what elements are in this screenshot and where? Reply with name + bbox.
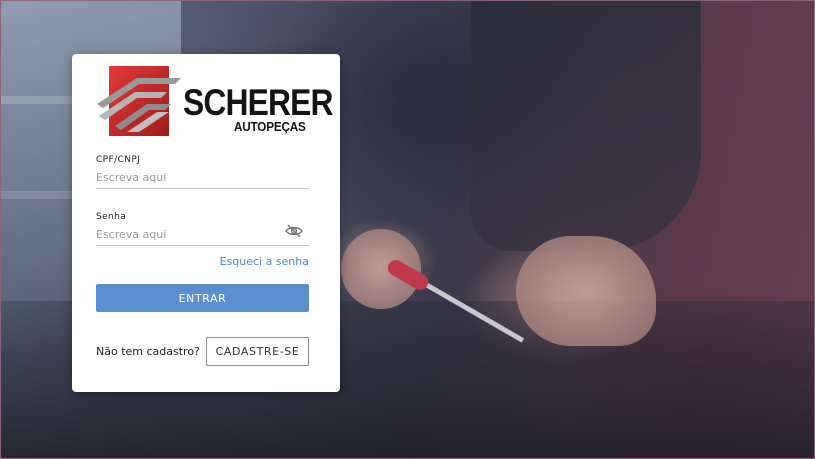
- login-card: SCHERER AUTOPEÇAS CPF/CNPJ Senha Esqueci…: [72, 54, 340, 392]
- signup-prompt: Não tem cadastro?: [96, 345, 200, 358]
- scherer-emblem-icon: [97, 66, 181, 136]
- brand-tagline: AUTOPEÇAS: [234, 119, 306, 134]
- cpf-label: CPF/CNPJ: [96, 155, 141, 165]
- background-hand-right: [516, 236, 656, 346]
- background-mechanic-arm: [471, 1, 701, 251]
- password-input[interactable]: [96, 224, 309, 246]
- brand-logo: SCHERER AUTOPEÇAS: [97, 66, 333, 138]
- cpf-input[interactable]: [96, 167, 309, 189]
- brand-name: SCHERER: [183, 82, 333, 123]
- signup-button[interactable]: CADASTRE-SE: [206, 337, 309, 366]
- login-button[interactable]: ENTRAR: [96, 284, 309, 312]
- password-label: Senha: [96, 212, 127, 222]
- forgot-password-link[interactable]: Esqueci a senha: [220, 255, 309, 268]
- eye-off-icon[interactable]: [285, 224, 303, 238]
- app-frame: SCHERER AUTOPEÇAS CPF/CNPJ Senha Esqueci…: [0, 0, 815, 459]
